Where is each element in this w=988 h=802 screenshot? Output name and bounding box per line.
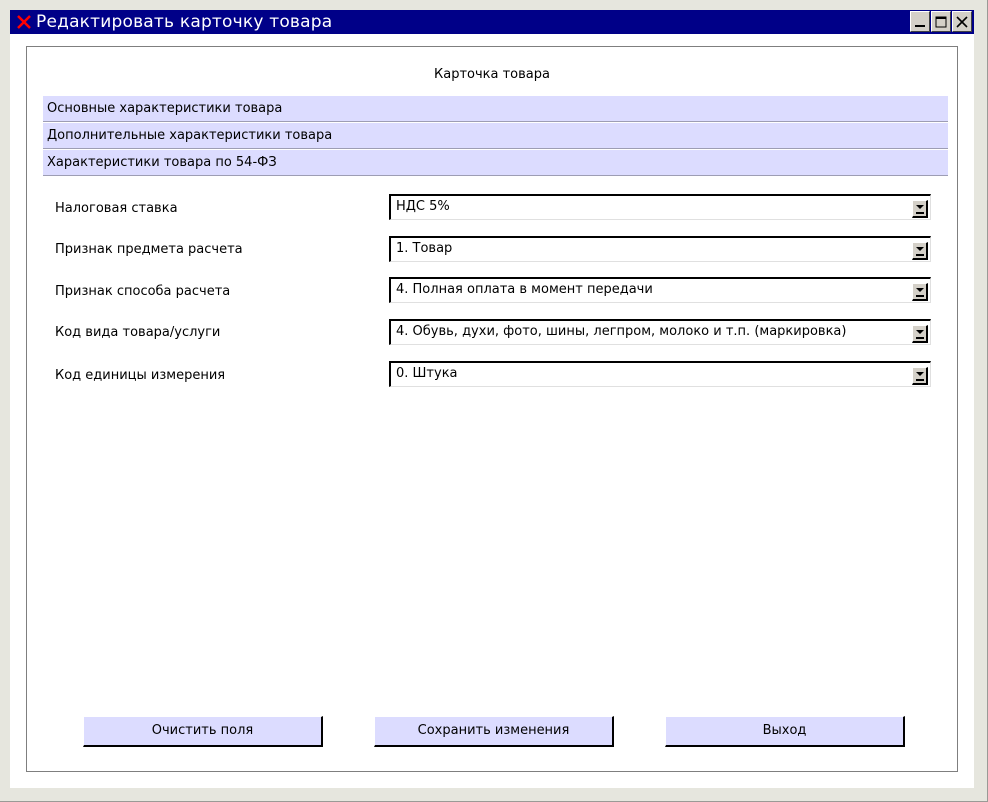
card-title: Карточка товара — [434, 67, 550, 82]
chevron-down-icon — [915, 205, 924, 209]
product-type-code-value: 4. Обувь, духи, фото, шины, легпром, мол… — [396, 324, 847, 339]
payment-subject-dropdown-button[interactable] — [912, 242, 928, 260]
title-bar[interactable]: Редактировать карточку товара — [10, 10, 974, 34]
close-button[interactable] — [952, 11, 972, 32]
product-type-code-select[interactable]: 4. Обувь, духи, фото, шины, легпром, мол… — [389, 319, 931, 345]
x-app-icon — [15, 13, 33, 31]
unit-code-select[interactable]: 0. Штука — [389, 361, 931, 387]
payment-method-label: Признак способа расчета — [55, 284, 231, 299]
unit-code-value: 0. Штука — [396, 366, 458, 381]
product-type-code-dropdown-button[interactable] — [912, 325, 928, 343]
maximize-icon — [935, 16, 947, 27]
tax-rate-select[interactable]: НДС 5% — [389, 194, 931, 220]
payment-subject-select[interactable]: 1. Товар — [389, 236, 931, 262]
minimize-icon — [915, 24, 925, 27]
product-card-panel: Карточка товара Основные характеристики … — [26, 46, 958, 772]
payment-subject-value: 1. Товар — [396, 241, 453, 256]
payment-subject-label: Признак предмета расчета — [55, 242, 243, 257]
save-changes-button[interactable]: Сохранить изменения — [374, 716, 614, 747]
chevron-down-icon — [915, 247, 924, 251]
tax-rate-value: НДС 5% — [396, 199, 450, 214]
exit-button[interactable]: Выход — [665, 716, 905, 747]
window-controls — [910, 11, 972, 32]
payment-method-select[interactable]: 4. Полная оплата в момент передачи — [389, 277, 931, 303]
chevron-down-icon — [915, 288, 924, 292]
payment-method-value: 4. Полная оплата в момент передачи — [396, 282, 653, 297]
tax-rate-label: Налоговая ставка — [55, 201, 178, 216]
section-additional-characteristics[interactable]: Дополнительные характеристики товара — [43, 122, 948, 149]
close-icon — [956, 15, 968, 28]
chevron-down-icon — [915, 330, 924, 334]
unit-code-label: Код единицы измерения — [55, 368, 226, 383]
section-main-characteristics[interactable]: Основные характеристики товара — [43, 95, 948, 122]
minimize-button[interactable] — [910, 11, 930, 32]
desktop-frame: Редактировать карточку товара Карточка т… — [0, 0, 988, 802]
clear-fields-button[interactable]: Очистить поля — [83, 716, 323, 747]
tax-rate-dropdown-button[interactable] — [912, 200, 928, 218]
section-54fz-characteristics[interactable]: Характеристики товара по 54-ФЗ — [43, 149, 948, 176]
window-client-area: Карточка товара Основные характеристики … — [10, 34, 974, 788]
payment-method-dropdown-button[interactable] — [912, 283, 928, 301]
product-type-code-label: Код вида товара/услуги — [55, 325, 221, 340]
window-title: Редактировать карточку товара — [36, 12, 333, 32]
unit-code-dropdown-button[interactable] — [912, 367, 928, 385]
chevron-down-icon — [915, 372, 924, 376]
maximize-button[interactable] — [931, 11, 951, 32]
